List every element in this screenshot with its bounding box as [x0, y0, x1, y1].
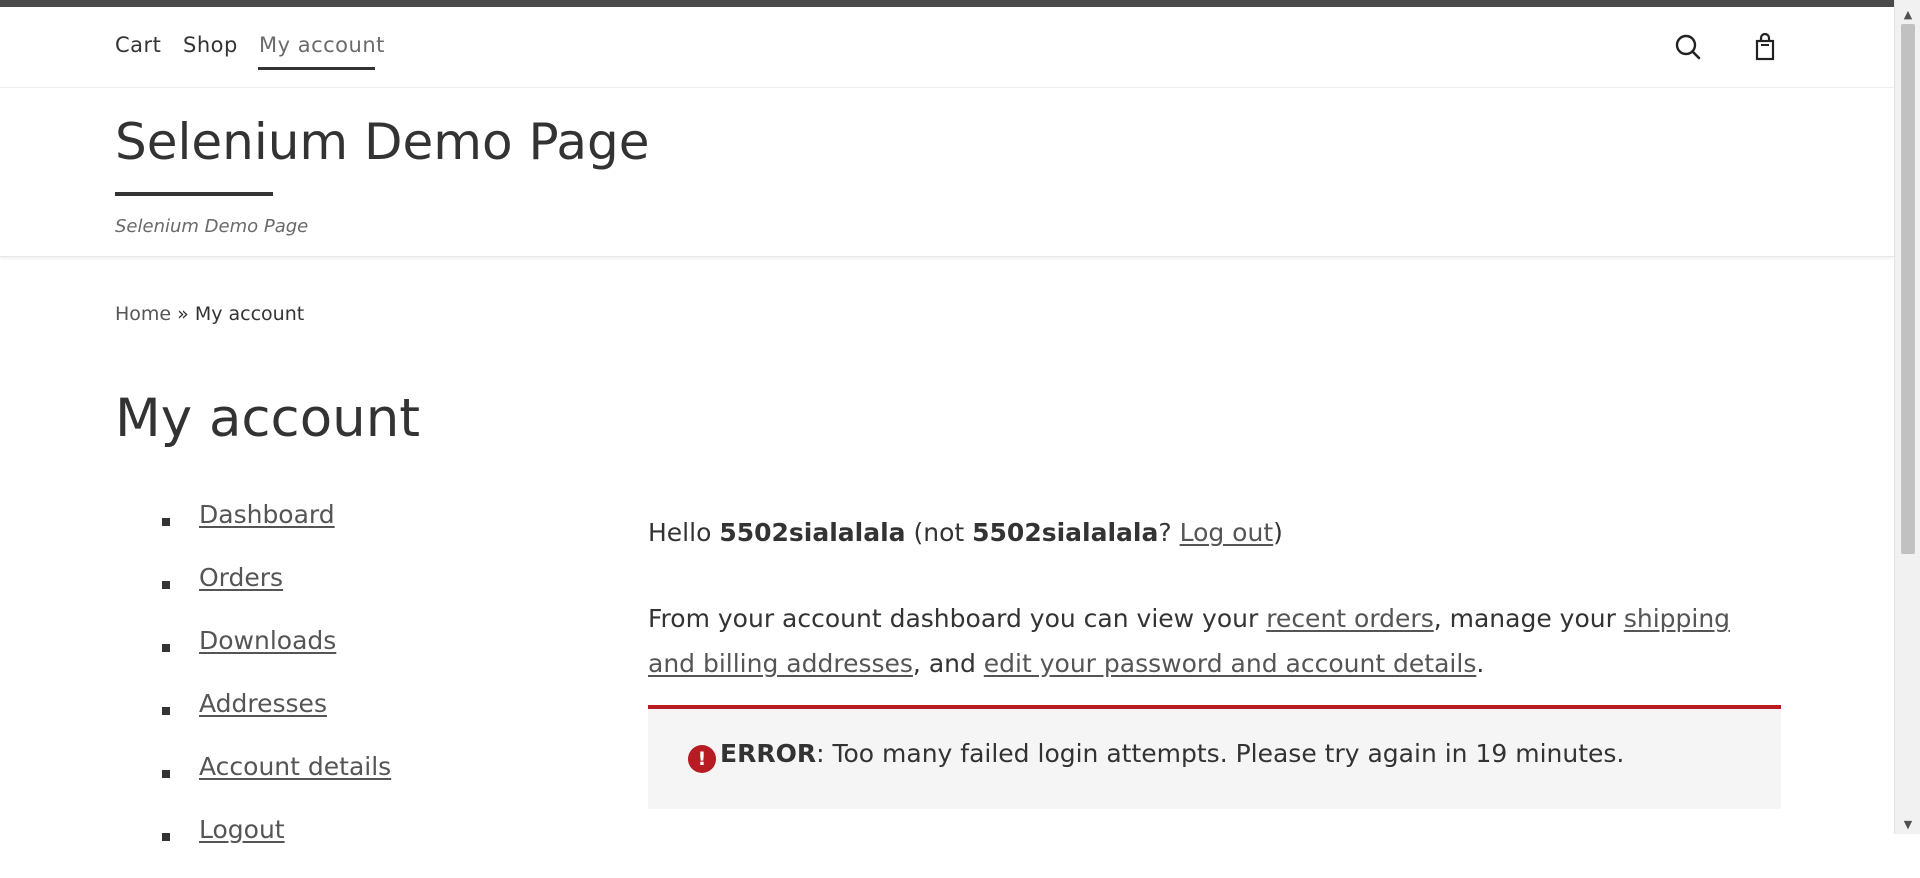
not-text: (not: [905, 518, 973, 547]
error-icon: !: [688, 745, 716, 773]
nav-cart-link[interactable]: Cart: [115, 33, 161, 57]
scrollbar-thumb[interactable]: [1901, 24, 1915, 554]
site-header: Selenium Demo Page Selenium Demo Page: [0, 88, 1894, 257]
bullet-icon: [162, 581, 170, 589]
hello-message: Hello 5502sialalala (not 5502sialalala? …: [648, 518, 1283, 547]
intro-text: , and: [912, 649, 984, 678]
recent-orders-link[interactable]: recent orders: [1266, 604, 1434, 633]
shopping-bag-icon[interactable]: [1750, 32, 1780, 62]
scroll-up-arrow-icon[interactable]: ▲: [1895, 6, 1920, 24]
account-nav-addresses[interactable]: Addresses: [199, 689, 327, 718]
account-nav-logout[interactable]: Logout: [199, 815, 285, 844]
vertical-scrollbar[interactable]: ▲ ▼: [1894, 0, 1920, 834]
bullet-icon: [162, 770, 170, 778]
bullet-icon: [162, 707, 170, 715]
breadcrumb-current: My account: [194, 303, 305, 325]
close-paren: ): [1273, 518, 1283, 547]
scroll-down-arrow-icon[interactable]: ▼: [1895, 816, 1920, 834]
top-navigation: Cart Shop My account: [0, 7, 1894, 88]
account-nav-orders[interactable]: Orders: [199, 563, 283, 592]
nav-shop-link[interactable]: Shop: [183, 33, 238, 57]
bullet-icon: [162, 833, 170, 841]
hello-text: Hello: [648, 518, 720, 547]
question-text: ?: [1158, 518, 1180, 547]
account-nav-downloads[interactable]: Downloads: [199, 626, 336, 655]
bullet-icon: [162, 644, 170, 652]
account-details-link[interactable]: edit your password and account details: [984, 649, 1477, 678]
error-label: ERROR: [720, 739, 817, 768]
site-title[interactable]: Selenium Demo Page: [115, 113, 650, 171]
breadcrumb-separator: »: [171, 303, 195, 325]
bullet-icon: [162, 518, 170, 526]
intro-text: .: [1476, 649, 1485, 678]
active-nav-underline: [258, 67, 375, 70]
error-notice: ! ERROR: Too many failed login attempts.…: [648, 705, 1781, 809]
nav-my-account-link[interactable]: My account: [259, 33, 385, 57]
logout-link[interactable]: Log out: [1180, 518, 1274, 547]
error-message: ERROR: Too many failed login attempts. P…: [720, 739, 1624, 768]
error-message-text: : Too many failed login attempts. Please…: [816, 739, 1625, 768]
intro-text: , manage your: [1433, 604, 1624, 633]
account-nav-account-details[interactable]: Account details: [199, 752, 391, 781]
top-border: [0, 0, 1894, 7]
page-title: My account: [115, 388, 421, 449]
username-repeat: 5502sialalala: [972, 518, 1159, 547]
account-nav-dashboard[interactable]: Dashboard: [199, 500, 335, 529]
breadcrumb-home-link[interactable]: Home: [115, 303, 171, 325]
search-icon[interactable]: [1673, 32, 1703, 62]
dashboard-intro: From your account dashboard you can view…: [648, 596, 1781, 686]
breadcrumb: Home » My account: [115, 303, 304, 325]
intro-text: From your account dashboard you can view…: [648, 604, 1267, 633]
site-tagline: Selenium Demo Page: [115, 216, 309, 237]
username: 5502sialalala: [719, 518, 906, 547]
title-divider: [115, 192, 273, 196]
